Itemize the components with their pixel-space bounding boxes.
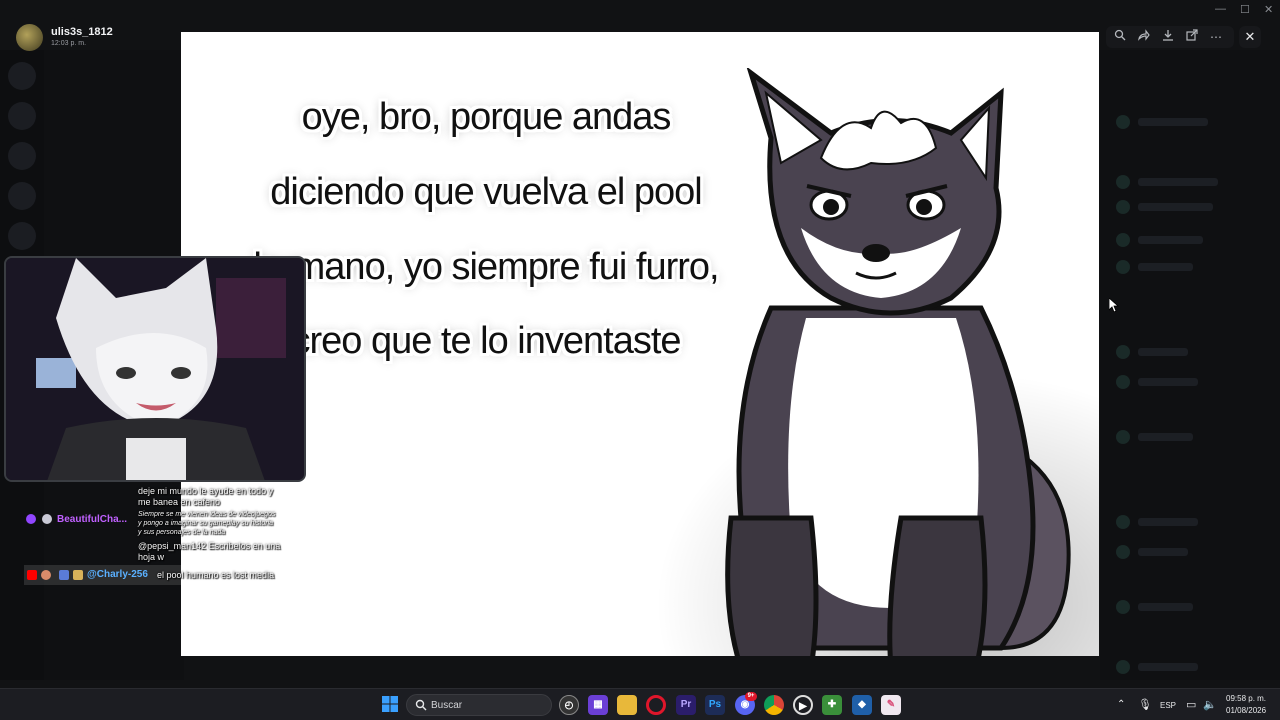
network-icon[interactable]: ▭ [1186,698,1196,711]
app-grid-icon[interactable]: ▦ [588,695,608,715]
forward-icon[interactable] [1134,28,1154,46]
member-list [1100,50,1280,680]
chat-username: BeautifulCha... [57,514,128,525]
member-item[interactable] [1116,200,1236,214]
member-item[interactable] [1116,660,1236,674]
search-placeholder: Buscar [431,700,463,711]
widgets-icon[interactable]: ◴ [559,695,579,715]
maximize-icon[interactable]: ☐ [1240,3,1250,16]
uploader-name[interactable]: ulis3s_1812 [51,26,113,38]
server-icon[interactable] [8,62,36,90]
chat-message: deje mi mundo le ayude en todo y [138,486,274,496]
member-item[interactable] [1116,515,1236,529]
member-item[interactable] [1116,115,1236,129]
member-item[interactable] [1116,600,1236,614]
fox-illustration [725,68,1071,656]
shield-badge-icon [59,570,69,580]
twitch-icon [26,514,36,524]
volume-icon[interactable]: 🔈 [1203,698,1217,711]
sourcetree-icon[interactable]: ◆ [852,695,872,715]
member-item[interactable] [1116,430,1236,444]
uploader-avatar[interactable] [16,24,43,51]
member-item[interactable] [1116,375,1236,389]
taskbar-search[interactable]: Buscar [406,694,552,716]
member-item[interactable] [1116,545,1236,559]
greenshot-icon[interactable]: ✚ [822,695,842,715]
zoom-icon[interactable] [1110,28,1130,46]
microphone-icon[interactable]: 🎙 [1138,698,1152,711]
user-avatar-icon [41,570,51,580]
clock-time[interactable]: 09:58 p. m. [1226,694,1266,703]
chat-message: y pongo a imaginar su gameplay su histor… [138,520,274,527]
media-player-icon[interactable]: ▶ [793,695,813,715]
search-icon [415,699,427,711]
member-item[interactable] [1116,345,1236,359]
server-icon[interactable] [8,182,36,210]
caption-line-1: oye, bro, porque andas [301,96,672,138]
server-icon[interactable] [8,142,36,170]
chat-username: @Charly-256 [87,569,148,580]
discord-notification-badge: 9+ [745,692,757,701]
close-viewer-button[interactable]: ✕ [1239,26,1261,48]
window-close-icon[interactable]: ✕ [1264,3,1273,16]
media-image[interactable]: oye, bro, porque andas diciendo que vuel… [181,32,1099,656]
chat-message: hoja w [138,552,165,562]
language-indicator[interactable]: ESP [1160,701,1176,710]
close-icon: ✕ [1244,29,1256,44]
tray-overflow-icon[interactable]: ⌃ [1117,699,1125,710]
chat-message: me banea en cafeno [138,497,221,507]
open-external-icon[interactable] [1182,28,1202,46]
file-explorer-icon[interactable] [617,695,637,715]
download-icon[interactable] [1158,28,1178,46]
server-icon[interactable] [8,102,36,130]
chat-message: y sus personajes de la nada [138,529,226,536]
server-icon[interactable] [8,222,36,250]
viewer-toolbar: ⋯ [1106,26,1234,48]
chat-message: el pool humano es lost media [157,570,275,580]
paint-icon[interactable]: ✎ [881,695,901,715]
youtube-icon [27,570,37,580]
chrome-icon[interactable] [764,695,784,715]
stream-webcam-overlay [4,256,306,482]
photoshop-icon[interactable]: Ps [705,695,725,715]
upload-timestamp: 12:03 p. m. [51,40,87,47]
minimize-icon[interactable]: — [1215,3,1226,15]
chat-message: @pepsi_man142 Escribelos en una [138,541,281,551]
screen: — ☐ ✕ ulis3s_1812 12:03 p. m. ⋯ ✕ oye, b… [0,0,1280,720]
member-item[interactable] [1116,260,1236,274]
mouse-cursor-icon [1109,298,1119,312]
user-badge-icon [42,514,52,524]
opera-icon[interactable] [646,695,666,715]
clock-date[interactable]: 01/08/2026 [1226,706,1266,715]
member-item[interactable] [1116,175,1236,189]
taskbar: Buscar ◴ ▦ Pr Ps ◉ 9+ ▶ ✚ ◆ ✎ ⌃ 🎙 ESP ▭ … [0,688,1280,720]
premiere-icon[interactable]: Pr [676,695,696,715]
member-item[interactable] [1116,233,1236,247]
cup-badge-icon [73,570,83,580]
caption-line-2: diciendo que vuelva el pool [270,171,702,213]
more-icon[interactable]: ⋯ [1206,28,1226,46]
vtuber-avatar [6,258,304,480]
windows-start-icon[interactable] [380,695,400,715]
chat-message: Siempre se me vienen ideas de videojuego… [138,511,276,518]
